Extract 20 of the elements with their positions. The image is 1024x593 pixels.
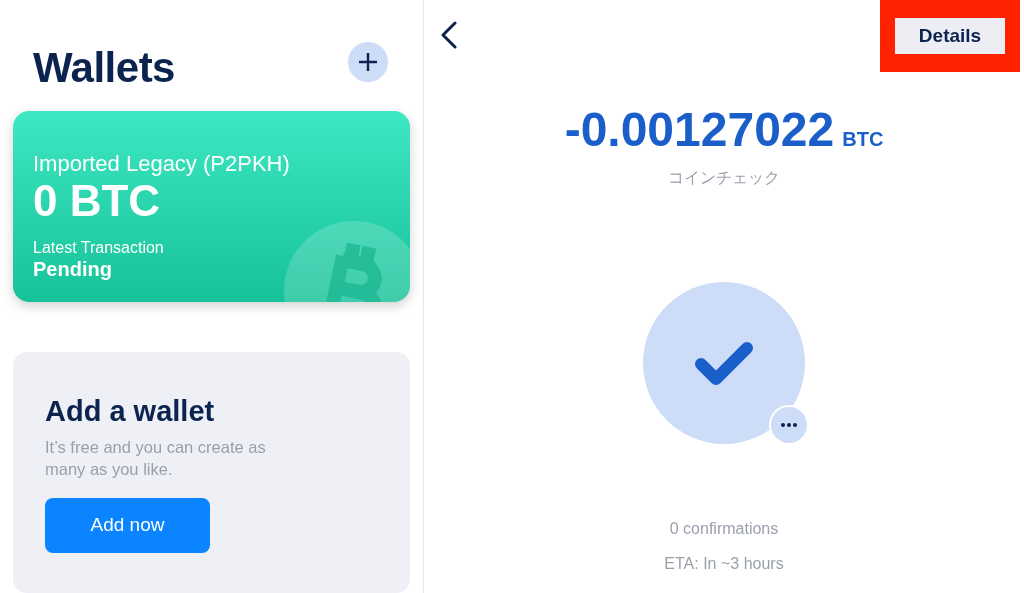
confirmations-count: 0 confirmations — [668, 519, 780, 539]
transaction-memo: コインチェック — [667, 168, 781, 188]
add-wallet-button[interactable] — [348, 42, 388, 82]
wallet-balance: 0 BTC — [33, 177, 161, 225]
currency-unit: BTC — [842, 127, 884, 152]
eta-text: ETA: In ~3 hours — [663, 554, 785, 574]
wallet-card[interactable]: Imported Legacy (P2PKH) 0 BTC Latest Transaction Pending — [13, 111, 410, 302]
add-wallet-title: Add a wallet — [45, 393, 216, 429]
more-icon — [781, 423, 797, 427]
back-icon[interactable] — [440, 21, 458, 49]
add-wallet-description: It’s free and you can create as many as you like. — [45, 437, 267, 480]
check-icon — [694, 340, 754, 386]
add-now-button[interactable]: Add now — [45, 498, 210, 553]
latest-transaction-label: Latest Transaction — [33, 238, 165, 258]
page-title: Wallets — [33, 43, 175, 93]
wallet-name: Imported Legacy (P2PKH) — [33, 151, 291, 178]
latest-transaction-status: Pending — [33, 257, 113, 282]
details-button[interactable]: Details — [895, 18, 1005, 54]
plus-icon — [358, 52, 378, 72]
transaction-amount: -0.00127022 — [564, 102, 835, 158]
